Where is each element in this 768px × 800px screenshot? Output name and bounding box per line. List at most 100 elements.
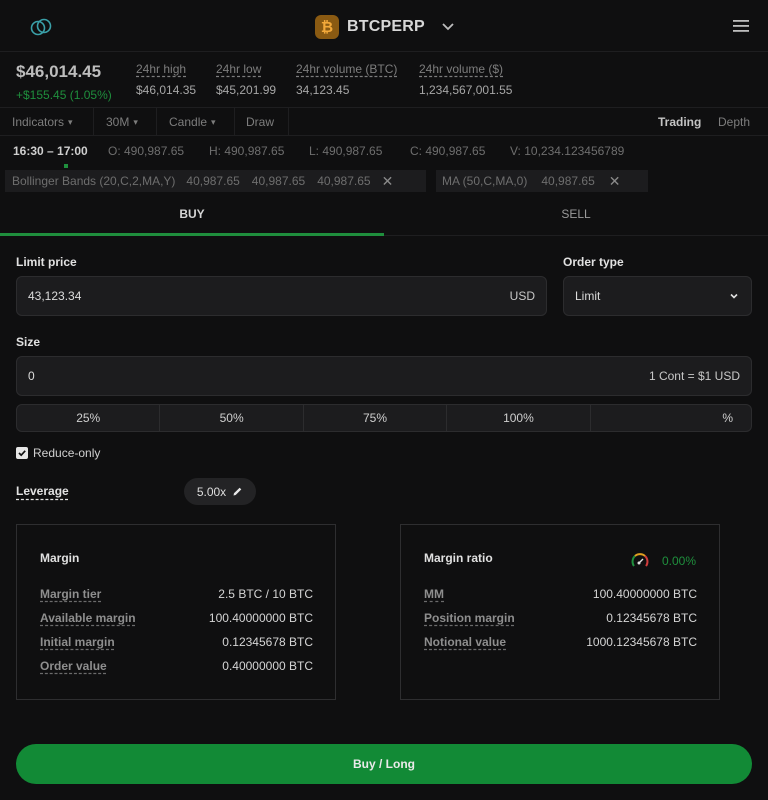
hamburger-menu-icon[interactable] xyxy=(732,18,750,34)
checkbox-checked-icon[interactable] xyxy=(16,447,28,459)
ohlc-readout: 16:30 – 17:00 O: 490,987.65 H: 490,987.6… xyxy=(0,136,768,166)
margin-row: Margin tier 2.5 BTC / 10 BTC xyxy=(40,587,313,605)
active-tab-indicator xyxy=(0,233,384,236)
margin-row: Order value 0.40000000 BTC xyxy=(40,659,313,677)
percent-100-button[interactable]: 100% xyxy=(447,405,591,431)
limit-price-currency: USD xyxy=(509,289,535,303)
limit-price-input[interactable]: 43,123.34 USD xyxy=(16,276,547,316)
interval-dropdown[interactable]: 30M ▾ xyxy=(106,108,138,136)
symbol-name: BTCPERP xyxy=(347,18,425,35)
margin-ratio-row-value: 0.12345678 BTC xyxy=(606,611,697,625)
margin-title: Margin xyxy=(40,551,80,565)
stat-label: 24hr low xyxy=(216,62,262,76)
tab-trading[interactable]: Trading xyxy=(658,108,701,136)
candle-marker xyxy=(64,164,68,168)
ohlc-volume: V: 10,234.123456789 xyxy=(510,144,625,158)
margin-row-label: Order value xyxy=(40,659,107,673)
price-change: +$155.45 (1.05%) xyxy=(16,88,112,102)
ohlc-high: H: 490,987.65 xyxy=(209,144,285,158)
limit-price-value: 43,123.34 xyxy=(28,289,82,303)
stat-24hr-volume-btc: 24hr volume (BTC) 34,123.45 xyxy=(296,62,397,97)
divider xyxy=(288,108,289,136)
margin-row-value: 2.5 BTC / 10 BTC xyxy=(218,587,313,601)
tab-buy[interactable]: BUY xyxy=(0,192,384,236)
symbol-selector[interactable]: ₿ BTCPERP xyxy=(315,14,455,40)
ohlc-low: L: 490,987.65 xyxy=(309,144,383,158)
margin-row-label: Margin tier xyxy=(40,587,102,601)
stat-value: $45,201.99 xyxy=(216,83,277,97)
margin-ratio-row-value: 1000.12345678 BTC xyxy=(586,635,697,649)
contract-size-hint: 1 Cont = $1 USD xyxy=(648,369,740,383)
margin-ratio-row-label: Position margin xyxy=(424,611,515,625)
interval-label: 30M xyxy=(106,115,130,129)
logo-icon[interactable] xyxy=(30,16,52,38)
size-value: 0 xyxy=(28,369,35,383)
close-icon[interactable]: ✕ xyxy=(609,173,621,190)
last-price: $46,014.45 xyxy=(16,62,102,81)
margin-ratio-row-label: MM xyxy=(424,587,444,601)
close-icon[interactable]: ✕ xyxy=(382,173,394,190)
margin-row-label: Initial margin xyxy=(40,635,115,649)
tab-depth[interactable]: Depth xyxy=(718,108,750,136)
indicators-label: Indicators xyxy=(12,115,65,129)
leverage-value: 5.00x xyxy=(196,484,227,499)
indicator-chip-ma[interactable]: MA (50,C,MA,0) 40,987.65 ✕ xyxy=(436,170,648,192)
reduce-only-checkbox[interactable]: Reduce-only xyxy=(16,446,100,460)
percent-50-button[interactable]: 50% xyxy=(160,405,304,431)
stat-24hr-high: 24hr high $46,014.35 xyxy=(136,62,196,97)
margin-row-label: Available margin xyxy=(40,611,136,625)
stat-24hr-low: 24hr low $45,201.99 xyxy=(216,62,276,97)
indicator-value: 40,987.65 xyxy=(186,174,240,188)
margin-ratio-row: Position margin 0.12345678 BTC xyxy=(424,611,697,629)
draw-label: Draw xyxy=(246,115,275,129)
margin-row-value: 100.40000000 BTC xyxy=(208,611,313,625)
stat-value: $46,014.35 xyxy=(136,83,197,97)
chart-type-label: Candle xyxy=(169,115,208,129)
margin-ratio-title: Margin ratio xyxy=(424,551,493,565)
indicators-dropdown[interactable]: Indicators ▾ xyxy=(12,108,73,136)
side-tabs: BUY SELL xyxy=(0,192,768,236)
top-bar: ₿ BTCPERP xyxy=(0,0,768,52)
chart-type-dropdown[interactable]: Candle ▾ xyxy=(169,108,216,136)
size-label: Size xyxy=(16,335,41,349)
percent-25-button[interactable]: 25% xyxy=(17,405,161,431)
reduce-only-label: Reduce-only xyxy=(33,446,101,460)
divider xyxy=(234,108,235,136)
size-percent-selector: 25% 50% 75% 100% % xyxy=(16,404,752,432)
caret-down-icon: ▾ xyxy=(68,116,73,127)
chart-toolbar: Indicators ▾ 30M ▾ Candle ▾ Draw Trading De… xyxy=(0,108,768,136)
margin-ratio-card: Margin ratio 0.00% MM 100.40000000 BTC P… xyxy=(400,524,720,700)
caret-down-icon: ▾ xyxy=(133,116,138,127)
order-type-label: Order type xyxy=(563,255,624,269)
margin-ratio-row-value: 100.40000000 BTC xyxy=(592,587,697,601)
margin-ratio-row-label: Notional value xyxy=(424,635,507,649)
leverage-edit-button[interactable]: 5.00x xyxy=(184,478,256,505)
margin-ratio-value: 0.00% xyxy=(661,554,696,568)
market-stats: $46,014.45 +$155.45 (1.05%) 24hr high $4… xyxy=(0,52,768,108)
margin-card: Margin Margin tier 2.5 BTC / 10 BTC Avai… xyxy=(16,524,336,700)
order-type-select[interactable]: Limit xyxy=(563,276,752,316)
stat-value: 1,234,567,001.55 xyxy=(419,83,513,97)
margin-row: Available margin 100.40000000 BTC xyxy=(40,611,313,629)
chevron-down-icon[interactable] xyxy=(441,20,455,34)
indicator-value: 40,987.65 xyxy=(317,174,371,188)
candle-time: 16:30 – 17:00 xyxy=(13,144,88,158)
indicator-chip-bollinger[interactable]: Bollinger Bands (20,C,2,MA,Y) 40,987.65 … xyxy=(5,170,426,192)
stat-24hr-volume-usd: 24hr volume ($) 1,234,567,001.55 xyxy=(419,62,512,97)
draw-button[interactable]: Draw xyxy=(246,108,274,136)
limit-price-label: Limit price xyxy=(16,255,77,269)
tab-sell[interactable]: SELL xyxy=(384,192,768,236)
order-type-value: Limit xyxy=(575,289,601,303)
caret-down-icon: ▾ xyxy=(211,116,216,127)
bitcoin-icon: ₿ xyxy=(315,15,339,39)
size-input[interactable]: 0 1 Cont = $1 USD xyxy=(16,356,752,396)
margin-ratio-row: Notional value 1000.12345678 BTC xyxy=(424,635,697,653)
margin-row-value: 0.40000000 BTC xyxy=(222,659,313,673)
percent-75-button[interactable]: 75% xyxy=(304,405,448,431)
ohlc-close: C: 490,987.65 xyxy=(410,144,486,158)
gauge-icon xyxy=(631,553,649,567)
custom-percent-input[interactable]: % xyxy=(591,405,751,431)
buy-long-button[interactable]: Buy / Long xyxy=(16,744,752,784)
margin-row-value: 0.12345678 BTC xyxy=(222,635,313,649)
leverage-label: Leverage xyxy=(16,484,69,498)
